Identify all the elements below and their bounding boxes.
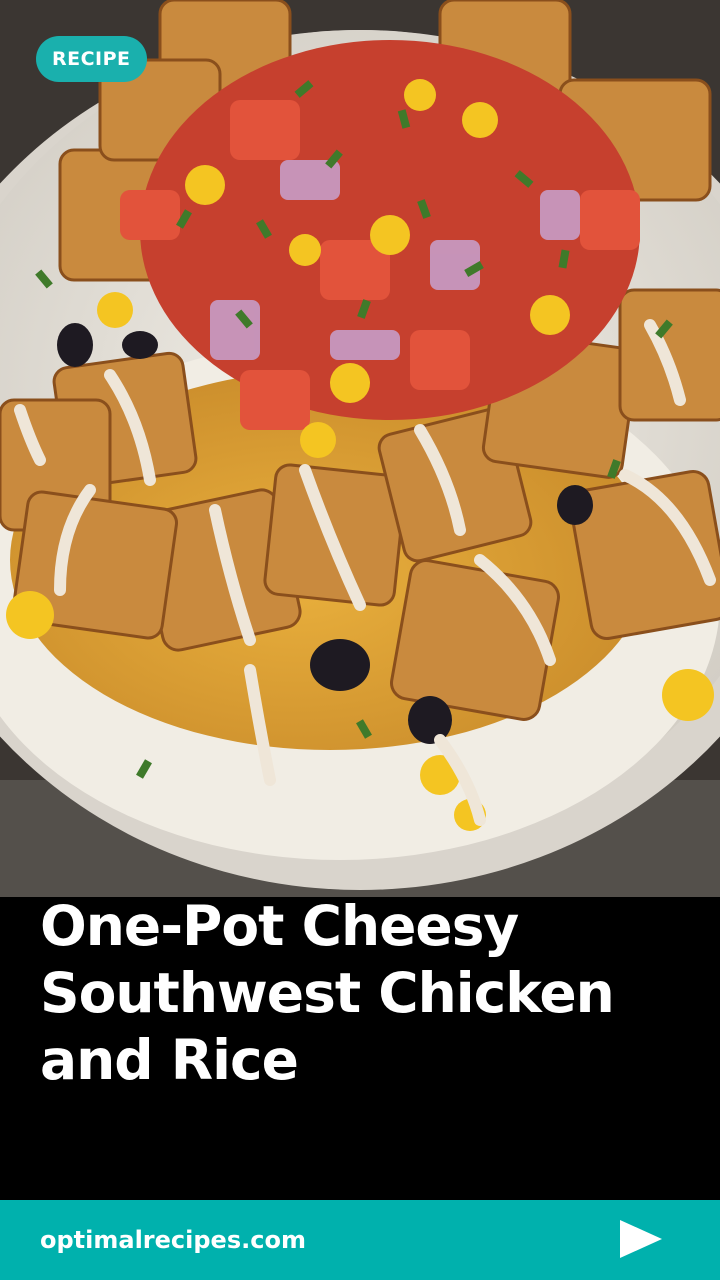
hero-food-photo: RECIPE xyxy=(0,0,720,897)
recipe-title[interactable]: One-Pot Cheesy Southwest Chicken and Ric… xyxy=(40,893,680,1094)
recipe-badge: RECIPE xyxy=(36,36,147,82)
play-arrow-icon[interactable] xyxy=(620,1220,662,1258)
site-link[interactable]: optimalrecipes.com xyxy=(40,1200,306,1280)
